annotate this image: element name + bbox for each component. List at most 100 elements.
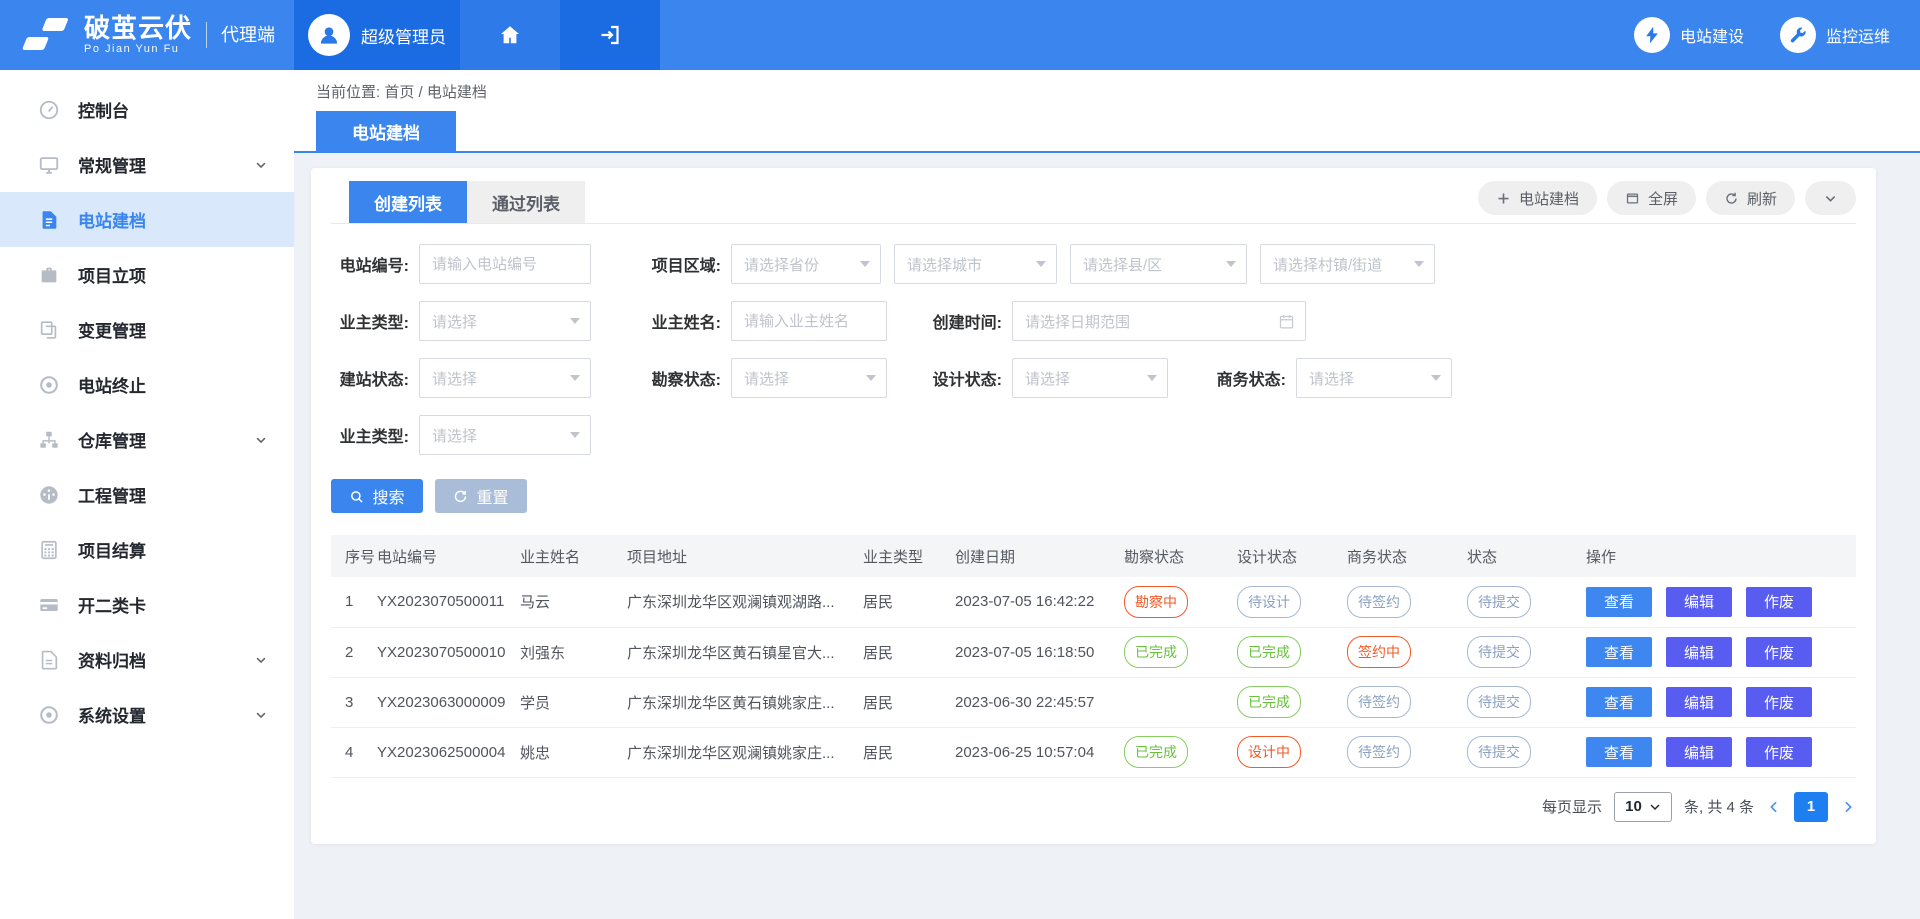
design-status-cell: 待设计: [1237, 577, 1347, 627]
sidebar-item-target[interactable]: 系统设置: [0, 687, 294, 742]
search-button[interactable]: 搜索: [331, 479, 423, 513]
main-area: 当前位置: 首页 / 电站建档 电站建档 创建列表通过列表 电站建档全屏刷新 电…: [294, 70, 1920, 919]
region_province-select[interactable]: 请选择省份: [731, 244, 881, 284]
monitor-icon: [38, 154, 60, 176]
created-date: 2023-07-05 16:18:50: [955, 627, 1124, 677]
status-badge: 待提交: [1467, 736, 1531, 768]
status-badge: 待提交: [1467, 586, 1531, 618]
sidebar-item-label: 电站建档: [78, 207, 146, 232]
design_status-label: 设计状态:: [887, 366, 1012, 390]
sidebar-item-card[interactable]: 开二类卡: [0, 577, 294, 632]
sidebar-item-calculator[interactable]: 项目结算: [0, 522, 294, 577]
build_status-select[interactable]: 请选择: [419, 358, 591, 398]
sidebar-item-gauge[interactable]: 工程管理: [0, 467, 294, 522]
caret-down-icon: [570, 318, 580, 324]
table-row: 4YX2023062500004姚忠广东深圳龙华区观澜镇姚家庄...居民2023…: [331, 727, 1856, 777]
caret-down-icon: [570, 375, 580, 381]
next-page-button[interactable]: [1840, 799, 1856, 815]
edit-button[interactable]: 编辑: [1666, 737, 1732, 767]
station-code: YX2023070500010: [377, 627, 520, 677]
station_code-input[interactable]: [432, 245, 580, 283]
sidebar-item-label: 工程管理: [78, 482, 146, 507]
calendar-icon: [1278, 313, 1295, 330]
created_range-date[interactable]: 请选择日期范围: [1012, 301, 1306, 341]
edit-button[interactable]: 编辑: [1666, 637, 1732, 667]
prev-page-button[interactable]: [1766, 799, 1782, 815]
status-status-cell: 待提交: [1467, 627, 1586, 677]
view-button[interactable]: 查看: [1586, 637, 1652, 667]
void-button[interactable]: 作废: [1746, 637, 1812, 667]
column-header: 勘察状态: [1124, 535, 1237, 577]
topbar: 破茧云伏 Po Jian Yun Fu 代理端 超级管理员 电站建设监控运维: [0, 0, 1920, 70]
sidebar-item-document[interactable]: 电站建档: [0, 192, 294, 247]
owner_type-label: 业主类型:: [331, 309, 419, 333]
list-tab-created[interactable]: 创建列表: [349, 181, 467, 223]
void-button[interactable]: 作废: [1746, 587, 1812, 617]
reset-button[interactable]: 重置: [435, 479, 527, 513]
station_code-input[interactable]: [419, 244, 591, 284]
business_status-select[interactable]: 请选择: [1296, 358, 1452, 398]
page-tab-active[interactable]: 电站建档: [316, 111, 456, 151]
sidebar-item-record[interactable]: 电站终止: [0, 357, 294, 412]
void-button[interactable]: 作废: [1746, 737, 1812, 767]
project-address: 广东深圳龙华区观澜镇观湖路...: [627, 577, 863, 627]
list-tab-passed[interactable]: 通过列表: [467, 181, 585, 223]
void-button[interactable]: 作废: [1746, 687, 1812, 717]
reset-icon: [453, 489, 468, 504]
sidebar-item-briefcase[interactable]: 项目立项: [0, 247, 294, 302]
refresh-button[interactable]: 刷新: [1706, 181, 1795, 215]
fullscreen-button[interactable]: 全屏: [1607, 181, 1696, 215]
region_county-select[interactable]: 请选择县/区: [1070, 244, 1247, 284]
topbar-nav-bolt[interactable]: 电站建设: [1634, 17, 1744, 53]
edit-button[interactable]: 编辑: [1666, 587, 1732, 617]
created-date: 2023-06-30 22:45:57: [955, 677, 1124, 727]
sidebar-item-copy[interactable]: 变更管理: [0, 302, 294, 357]
filter-row: 建站状态:请选择勘察状态:请选择设计状态:请选择商务状态:请选择: [331, 358, 1856, 398]
user-icon: [316, 22, 342, 48]
chevron-down-icon: [254, 653, 268, 667]
page-number-current[interactable]: 1: [1794, 792, 1828, 822]
collapse-button[interactable]: [1805, 181, 1856, 215]
owner_type2-select[interactable]: 请选择: [419, 415, 591, 455]
owner_name-input[interactable]: [744, 302, 876, 340]
per-page-select[interactable]: 10: [1614, 792, 1672, 822]
sidebar-item-dashboard[interactable]: 控制台: [0, 82, 294, 137]
survey_status-select[interactable]: 请选择: [731, 358, 887, 398]
card-icon: [38, 594, 60, 616]
chevron-down-icon: [1649, 801, 1661, 813]
project-address: 广东深圳龙华区观澜镇姚家庄...: [627, 727, 863, 777]
home-button[interactable]: [460, 0, 560, 70]
region_town-select[interactable]: 请选择村镇/街道: [1260, 244, 1435, 284]
survey-status-cell: 已完成: [1124, 627, 1237, 677]
avatar: [308, 14, 350, 56]
view-button[interactable]: 查看: [1586, 587, 1652, 617]
region_city-select[interactable]: 请选择城市: [894, 244, 1057, 284]
status-badge: 待提交: [1467, 686, 1531, 718]
sitemap-icon: [38, 429, 60, 451]
sidebar-item-sitemap[interactable]: 仓库管理: [0, 412, 294, 467]
sidebar-item-label: 仓库管理: [78, 427, 146, 452]
portal-label: 代理端: [206, 22, 275, 48]
sidebar-item-label: 电站终止: [78, 372, 146, 397]
column-header: 项目地址: [627, 535, 863, 577]
survey-status-cell: 勘察中: [1124, 577, 1237, 627]
sidebar-item-monitor[interactable]: 常规管理: [0, 137, 294, 192]
edit-button[interactable]: 编辑: [1666, 687, 1732, 717]
logout-button[interactable]: [560, 0, 660, 70]
sidebar-item-label: 项目立项: [78, 262, 146, 287]
sidebar-item-file[interactable]: 资料归档: [0, 632, 294, 687]
table-row: 3YX2023063000009学员广东深圳龙华区黄石镇姚家庄...居民2023…: [331, 677, 1856, 727]
filter-row: 业主类型:请选择业主姓名:创建时间:请选择日期范围: [331, 301, 1856, 341]
user-menu[interactable]: 超级管理员: [294, 0, 460, 70]
view-button[interactable]: 查看: [1586, 687, 1652, 717]
design_status-select[interactable]: 请选择: [1012, 358, 1168, 398]
add-station-button[interactable]: 电站建档: [1478, 181, 1597, 215]
breadcrumb-text: 当前位置: 首页 / 电站建档: [316, 81, 487, 102]
owner-type: 居民: [863, 577, 955, 627]
owner_type-select[interactable]: 请选择: [419, 301, 591, 341]
owner_name-input[interactable]: [731, 301, 887, 341]
chevron-down-icon: [254, 158, 268, 172]
sidebar-item-label: 常规管理: [78, 152, 146, 177]
topbar-nav-wrench[interactable]: 监控运维: [1780, 17, 1890, 53]
view-button[interactable]: 查看: [1586, 737, 1652, 767]
